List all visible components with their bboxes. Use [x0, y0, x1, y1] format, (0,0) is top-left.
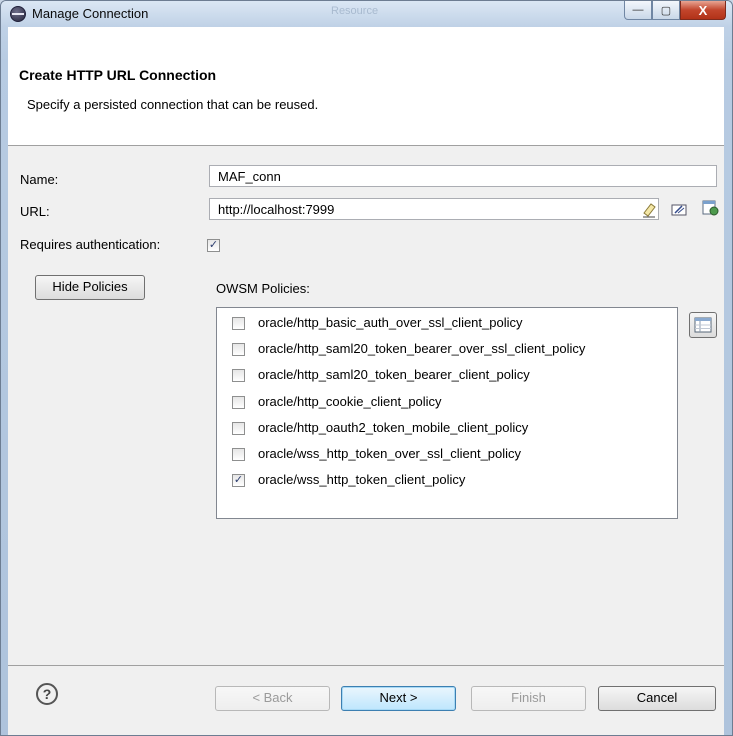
table-view-icon — [694, 317, 712, 333]
caption-buttons: — ▢ X — [624, 1, 726, 21]
requires-auth-checkbox[interactable]: ✓ — [207, 239, 220, 252]
url-value: http://localhost:7999 — [218, 202, 335, 217]
policy-label: oracle/http_saml20_token_bearer_over_ssl… — [258, 341, 586, 356]
policy-item[interactable]: oracle/http_basic_auth_over_ssl_client_p… — [217, 310, 677, 336]
minimize-button[interactable]: — — [624, 1, 652, 20]
policy-label: oracle/wss_http_token_client_policy — [258, 472, 466, 487]
policy-item[interactable]: oracle/wss_http_token_over_ssl_client_po… — [217, 441, 677, 467]
policy-checkbox[interactable] — [232, 343, 245, 356]
cancel-button[interactable]: Cancel — [598, 686, 716, 711]
close-button[interactable]: X — [680, 1, 726, 20]
owsm-policies-label: OWSM Policies: — [216, 281, 310, 296]
edit-url-icon[interactable] — [670, 201, 688, 219]
hide-policies-button[interactable]: Hide Policies — [35, 275, 145, 300]
wizard-header: Create HTTP URL Connection Specify a per… — [8, 27, 724, 146]
dialog-client-area: Create HTTP URL Connection Specify a per… — [8, 27, 724, 735]
policy-checkbox[interactable] — [232, 317, 245, 330]
policy-checkbox[interactable] — [232, 396, 245, 409]
background-tab-label: Resource — [331, 5, 379, 17]
policy-label: oracle/wss_http_token_over_ssl_client_po… — [258, 446, 522, 461]
name-field[interactable]: MAF_conn — [209, 165, 717, 187]
manage-connection-window: Manage Connection Resource — ▢ X Create … — [0, 0, 733, 736]
browse-icon[interactable] — [701, 198, 719, 216]
title-bar[interactable]: Manage Connection Resource — ▢ X — [1, 1, 732, 27]
policy-item[interactable]: ✓ oracle/wss_http_token_client_policy — [217, 467, 677, 493]
owsm-policies-list[interactable]: oracle/http_basic_auth_over_ssl_client_p… — [216, 307, 678, 519]
policy-label: oracle/http_saml20_token_bearer_client_p… — [258, 367, 530, 382]
policy-label: oracle/http_cookie_client_policy — [258, 394, 442, 409]
policy-checkbox[interactable] — [232, 422, 245, 435]
eraser-icon[interactable] — [640, 201, 658, 219]
policy-checkbox[interactable] — [232, 369, 245, 382]
help-icon[interactable]: ? — [36, 683, 58, 705]
policy-checkbox[interactable] — [232, 448, 245, 461]
window-title: Manage Connection — [32, 6, 149, 21]
policies-view-button[interactable] — [689, 312, 717, 338]
eclipse-icon — [10, 6, 26, 22]
maximize-button[interactable]: ▢ — [652, 1, 680, 20]
url-label: URL: — [20, 204, 50, 219]
policy-item[interactable]: oracle/http_saml20_token_bearer_over_ssl… — [217, 336, 677, 362]
policy-label: oracle/http_basic_auth_over_ssl_client_p… — [258, 315, 523, 330]
back-button[interactable]: < Back — [215, 686, 330, 711]
page-description: Specify a persisted connection that can … — [27, 97, 319, 112]
policy-item[interactable]: oracle/http_saml20_token_bearer_client_p… — [217, 362, 677, 388]
name-label: Name: — [20, 172, 59, 187]
page-title: Create HTTP URL Connection — [19, 67, 217, 83]
policy-label: oracle/http_oauth2_token_mobile_client_p… — [258, 420, 529, 435]
url-field[interactable]: http://localhost:7999 — [209, 198, 659, 220]
requires-auth-label: Requires authentication: — [20, 237, 161, 252]
policy-item[interactable]: oracle/http_cookie_client_policy — [217, 389, 677, 415]
finish-button[interactable]: Finish — [471, 686, 586, 711]
next-button[interactable]: Next > — [341, 686, 456, 711]
policy-checkbox[interactable]: ✓ — [232, 474, 245, 487]
footer-separator — [8, 665, 724, 666]
policy-item[interactable]: oracle/http_oauth2_token_mobile_client_p… — [217, 415, 677, 441]
